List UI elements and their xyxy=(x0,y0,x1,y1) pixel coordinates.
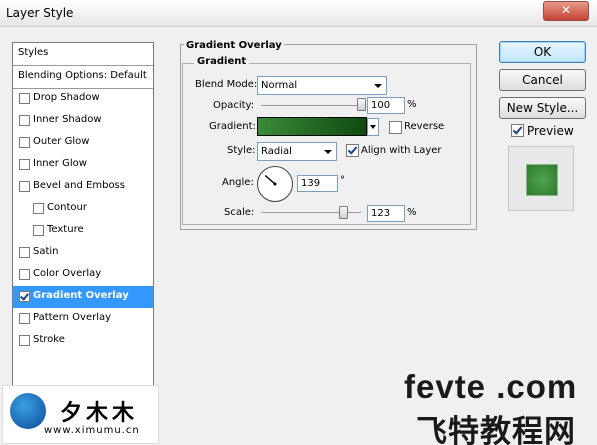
fevte-watermark: fevte .com xyxy=(404,368,578,405)
style-item-label: Color Overlay xyxy=(33,268,102,279)
style-item-checkbox[interactable] xyxy=(19,115,30,126)
style-item-checkbox[interactable] xyxy=(19,93,30,104)
style-item-checkbox[interactable] xyxy=(19,335,30,346)
window-title: Layer Style xyxy=(6,6,74,20)
cancel-button[interactable]: Cancel xyxy=(499,69,586,91)
style-item-label: Drop Shadow xyxy=(33,92,100,103)
style-item-checkbox[interactable] xyxy=(19,181,30,192)
style-item-gradient-overlay[interactable]: Gradient Overlay xyxy=(13,286,153,308)
style-item-checkbox[interactable] xyxy=(33,203,44,214)
style-item-inner-glow[interactable]: Inner Glow xyxy=(13,154,153,176)
preview-label: Preview xyxy=(527,124,574,138)
style-item-checkbox[interactable] xyxy=(19,269,30,280)
reverse-checkbox[interactable] xyxy=(389,121,402,134)
style-item-label: Pattern Overlay xyxy=(33,312,112,323)
chevron-down-icon xyxy=(374,84,382,88)
style-item-checkbox[interactable] xyxy=(19,291,30,302)
style-label: Style: xyxy=(227,145,256,156)
angle-indicator-icon xyxy=(264,174,277,186)
angle-label: Angle: xyxy=(222,177,254,188)
blending-options-item[interactable]: Blending Options: Default xyxy=(13,66,153,89)
angle-degree-unit: ° xyxy=(340,175,345,186)
angle-dial[interactable] xyxy=(257,166,293,202)
reverse-label: Reverse xyxy=(404,121,445,132)
gradient-swatch[interactable] xyxy=(257,117,367,136)
preview-checkbox[interactable] xyxy=(511,124,524,137)
style-item-bevel-and-emboss[interactable]: Bevel and Emboss xyxy=(13,176,153,198)
fevte-chinese-watermark: 飞特教程网 xyxy=(416,414,576,445)
style-item-stroke[interactable]: Stroke xyxy=(13,330,153,352)
style-item-label: Texture xyxy=(47,224,84,235)
ok-button[interactable]: OK xyxy=(499,41,586,63)
styles-header-label: Styles xyxy=(18,47,49,58)
style-select[interactable]: Radial xyxy=(257,142,337,161)
ximumu-chinese-text: 夕木木 xyxy=(60,401,139,426)
opacity-label: Opacity: xyxy=(213,100,255,111)
style-item-label: Inner Shadow xyxy=(33,114,102,125)
chevron-down-icon xyxy=(370,125,376,129)
style-item-inner-shadow[interactable]: Inner Shadow xyxy=(13,110,153,132)
style-item-label: Satin xyxy=(33,246,59,257)
gradient-overlay-title: Gradient Overlay xyxy=(184,40,284,51)
style-item-pattern-overlay[interactable]: Pattern Overlay xyxy=(13,308,153,330)
opacity-unit: % xyxy=(407,99,417,110)
close-button[interactable]: ✕ xyxy=(543,1,589,21)
styles-list: Styles Blending Options: Default Drop Sh… xyxy=(12,42,154,429)
preview-swatch xyxy=(526,164,558,196)
opacity-slider-track[interactable] xyxy=(261,105,361,106)
style-item-checkbox[interactable] xyxy=(19,247,30,258)
preview-thumbnail xyxy=(508,146,574,211)
style-item-label: Gradient Overlay xyxy=(33,290,129,301)
style-value: Radial xyxy=(261,146,292,157)
close-icon: ✕ xyxy=(560,3,572,17)
style-item-contour[interactable]: Contour xyxy=(13,198,153,220)
style-item-label: Outer Glow xyxy=(33,136,90,147)
align-with-layer-checkbox[interactable] xyxy=(346,144,359,157)
angle-input[interactable]: 139 xyxy=(297,175,338,192)
style-item-checkbox[interactable] xyxy=(33,225,44,236)
new-style-button[interactable]: New Style... xyxy=(499,97,586,119)
style-item-drop-shadow[interactable]: Drop Shadow xyxy=(13,88,153,110)
ximumu-logo-icon xyxy=(10,393,46,429)
blend-mode-label: Blend Mode: xyxy=(195,79,258,90)
style-item-checkbox[interactable] xyxy=(19,159,30,170)
scale-label: Scale: xyxy=(224,207,255,218)
style-item-satin[interactable]: Satin xyxy=(13,242,153,264)
gradient-label: Gradient: xyxy=(209,121,256,132)
blend-mode-value: Normal xyxy=(261,80,298,91)
styles-header[interactable]: Styles xyxy=(13,43,153,66)
style-item-checkbox[interactable] xyxy=(19,137,30,148)
style-item-checkbox[interactable] xyxy=(19,313,30,324)
style-item-label: Stroke xyxy=(33,334,65,345)
gradient-picker-button[interactable] xyxy=(367,118,379,136)
style-item-outer-glow[interactable]: Outer Glow xyxy=(13,132,153,154)
opacity-slider-thumb[interactable] xyxy=(357,98,366,111)
blend-mode-select[interactable]: Normal xyxy=(257,76,387,95)
layer-style-dialog: Layer Style ✕ Styles Blending Options: D… xyxy=(0,0,597,445)
gradient-subtitle: Gradient xyxy=(194,56,250,67)
style-item-label: Contour xyxy=(47,202,87,213)
scale-unit: % xyxy=(407,207,417,218)
scale-input[interactable]: 123 xyxy=(367,205,405,222)
style-item-texture[interactable]: Texture xyxy=(13,220,153,242)
style-item-label: Bevel and Emboss xyxy=(33,180,125,191)
opacity-input[interactable]: 100 xyxy=(367,97,405,114)
style-item-color-overlay[interactable]: Color Overlay xyxy=(13,264,153,286)
scale-slider-thumb[interactable] xyxy=(339,206,348,219)
title-bar: Layer Style ✕ xyxy=(0,0,597,27)
ximumu-url: www.ximumu.cn xyxy=(44,425,140,436)
align-with-layer-label: Align with Layer xyxy=(361,145,442,156)
blending-options-label: Blending Options: Default xyxy=(18,70,147,81)
style-item-label: Inner Glow xyxy=(33,158,87,169)
chevron-down-icon xyxy=(324,150,332,154)
